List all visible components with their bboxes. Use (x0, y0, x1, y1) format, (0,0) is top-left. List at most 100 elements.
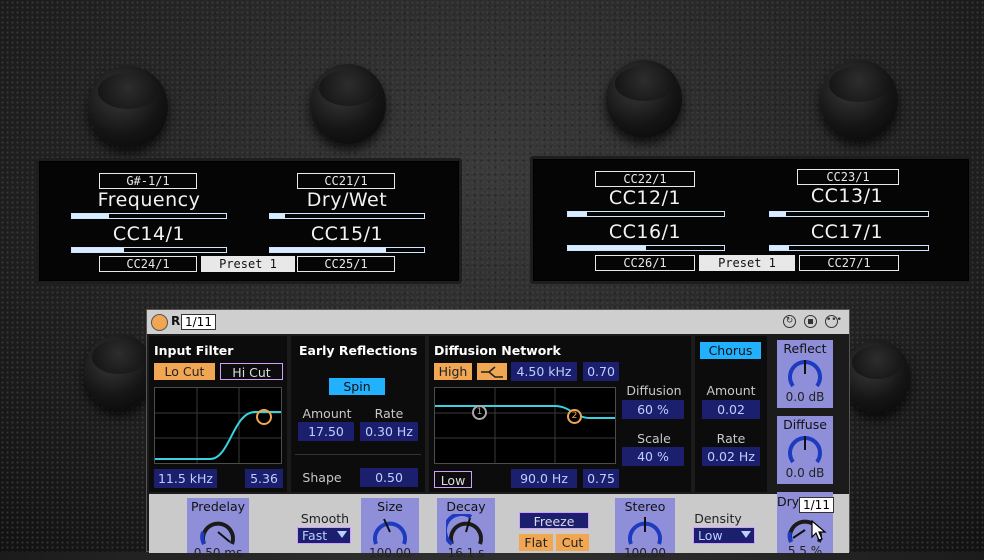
oled-param-label: CC15/1 (310, 223, 384, 245)
hardware-knob-5[interactable] (84, 334, 154, 410)
device-activator[interactable] (151, 314, 168, 331)
spin-amount-value[interactable]: 17.50 (298, 422, 354, 441)
oled-value-bar (269, 247, 425, 253)
low-shelf-gain[interactable]: 0.75 (583, 469, 619, 488)
reflect-knob[interactable] (785, 354, 825, 394)
eq-point-2[interactable]: 2 (567, 409, 582, 424)
filter-curve (155, 388, 281, 463)
oled-param-label: CC17/1 (810, 221, 884, 243)
oled-tag: CC23/1 (797, 169, 899, 185)
oled-param-label: Frequency (97, 189, 201, 211)
early-reflections-title: Early Reflections (299, 343, 418, 358)
oled-param-label: CC14/1 (112, 223, 186, 245)
device-title: R (171, 314, 181, 328)
oled-value-bar (71, 213, 227, 219)
mouse-cursor-icon (811, 520, 827, 541)
hardware-knob-2[interactable] (310, 64, 386, 144)
eq-point-1-label: 1 (476, 407, 483, 417)
oled-display-left: G#-1/1 CC21/1 Frequency Dry/Wet CC14/1 C… (36, 158, 462, 284)
dry-wet-label: Dry (777, 494, 800, 509)
oled-param-label: CC12/1 (608, 187, 682, 209)
chevron-down-icon (741, 531, 751, 538)
smooth-label: Smooth (300, 511, 350, 526)
smooth-dropdown[interactable]: Fast (297, 527, 351, 544)
diffusion-eq-graph[interactable]: 1 2 (434, 387, 616, 464)
chorus-section: Chorus Amount 0.02 Rate 0.02 Hz (695, 336, 767, 492)
density-dropdown-value: Low (698, 528, 723, 543)
oled-tag: CC21/1 (297, 173, 395, 189)
oled-value-bar (769, 211, 929, 217)
input-filter-section: Input Filter Lo Cut Hi Cut 11.5 kHz 5.36 (149, 336, 287, 492)
dry-wet-tag: 1/11 (799, 497, 834, 513)
more-options-icon[interactable]: ••• (825, 315, 842, 328)
oled-value-bar (769, 245, 929, 251)
oled-param-label: CC16/1 (608, 221, 682, 243)
shape-value[interactable]: 0.50 (360, 468, 418, 487)
filter-q-value[interactable]: 5.36 (245, 469, 283, 488)
section-divider (295, 454, 421, 455)
oled-value-bar (71, 247, 227, 253)
decay-value: 16.1 s (447, 546, 485, 560)
flat-button[interactable]: Flat (519, 534, 553, 551)
spin-button[interactable]: Spin (329, 378, 385, 395)
reverb-device: R 1/11 ↻ ••• Input Filter Lo Cut Hi Cut … (146, 309, 850, 560)
dry-wet-value: 5.5 % (787, 544, 823, 558)
density-dropdown[interactable]: Low (693, 527, 755, 544)
high-shelf-gain[interactable]: 0.70 (583, 362, 619, 381)
chorus-amount-label: Amount (706, 383, 756, 398)
diffuse-knob[interactable] (785, 430, 825, 470)
device-title-bar: R 1/11 ↻ ••• (147, 310, 849, 334)
input-filter-graph[interactable] (154, 387, 282, 464)
save-preset-icon[interactable] (804, 315, 817, 328)
input-filter-title: Input Filter (154, 343, 234, 358)
diffusion-network-title: Diffusion Network (434, 343, 561, 358)
diffusion-value[interactable]: 60 % (622, 400, 684, 419)
eq-point-1[interactable]: 1 (472, 405, 487, 420)
oled-tag: CC24/1 (99, 256, 197, 272)
shelf-type-button[interactable] (477, 363, 507, 380)
diffusion-label: Diffusion (626, 383, 682, 398)
oled-value-bar (567, 245, 725, 251)
spin-rate-value[interactable]: 0.30 Hz (360, 422, 418, 441)
oled-param-label: CC13/1 (810, 185, 884, 207)
scale-value[interactable]: 40 % (622, 447, 684, 466)
oled-tag: CC26/1 (595, 255, 695, 271)
oled-preset-label: Preset 1 (699, 255, 795, 271)
decay-label: Decay (446, 499, 486, 514)
hi-cut-button[interactable]: Hi Cut (220, 363, 283, 380)
shelf-icon (481, 366, 503, 378)
hardware-knob-6[interactable] (844, 340, 910, 414)
hardware-knob-1[interactable] (88, 66, 168, 148)
shape-label: Shape (302, 470, 342, 485)
size-knob[interactable] (370, 514, 410, 550)
hot-swap-icon[interactable]: ↻ (783, 315, 796, 328)
freeze-button[interactable]: Freeze (519, 512, 589, 529)
hardware-knob-3[interactable] (606, 60, 682, 138)
size-value: 100.00 (369, 546, 411, 560)
stereo-label: Stereo (624, 499, 666, 514)
high-shelf-button[interactable]: High (434, 363, 472, 380)
predelay-label: Predelay (190, 499, 246, 514)
chorus-amount-value[interactable]: 0.02 (702, 400, 760, 419)
predelay-knob[interactable] (198, 514, 238, 550)
high-shelf-frequency[interactable]: 4.50 kHz (511, 362, 577, 381)
oled-preset-label: Preset 1 (201, 256, 295, 272)
low-shelf-frequency[interactable]: 90.0 Hz (511, 469, 577, 488)
scale-label: Scale (637, 431, 671, 446)
cut-button[interactable]: Cut (556, 534, 589, 551)
oled-param-label: Dry/Wet (306, 189, 388, 211)
lo-cut-button[interactable]: Lo Cut (154, 363, 215, 380)
chorus-button[interactable]: Chorus (700, 342, 761, 359)
hardware-knob-4[interactable] (820, 60, 898, 140)
stereo-knob[interactable] (625, 514, 665, 550)
chorus-rate-label: Rate (716, 431, 746, 446)
low-shelf-button[interactable]: Low (434, 471, 472, 488)
density-label: Density (694, 511, 742, 526)
oled-tag: CC27/1 (799, 255, 899, 271)
decay-knob[interactable] (446, 514, 486, 550)
reflect-value: 0.0 dB (785, 390, 825, 404)
oled-value-bar (269, 213, 425, 219)
chorus-rate-value[interactable]: 0.02 Hz (702, 447, 760, 466)
filter-frequency-value[interactable]: 11.5 kHz (154, 469, 217, 488)
amount-label: Amount (302, 406, 352, 421)
